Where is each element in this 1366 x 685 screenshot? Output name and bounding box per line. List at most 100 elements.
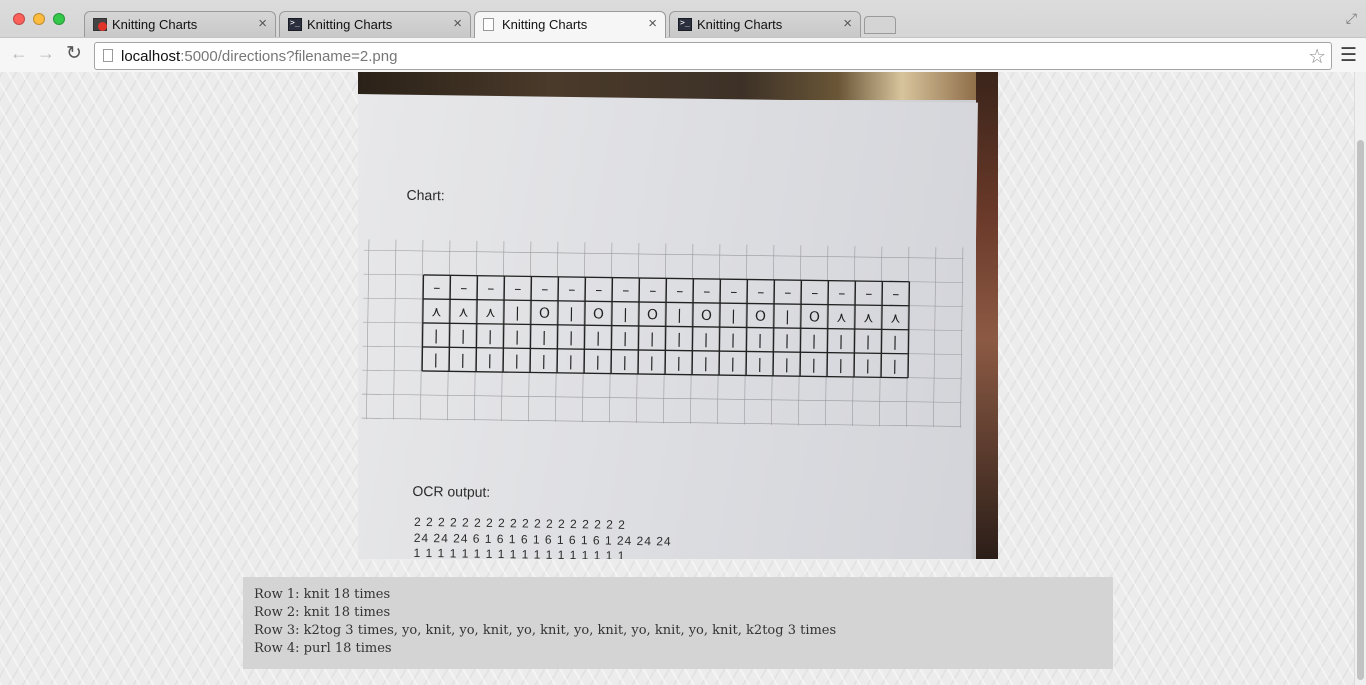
chart-stitch-symbol: | [623,307,628,323]
chart-stitch-symbol: | [677,308,682,324]
chart-stitch-symbol: | [622,355,627,371]
tab-close-icon[interactable]: × [843,15,852,32]
chart-stitch-symbol: – [730,284,737,300]
chart-stitch-symbol: | [785,309,790,325]
tab-close-icon[interactable]: × [453,15,462,32]
chart-stitch-symbol: | [623,331,628,347]
tab-title: Knitting Charts [697,17,783,32]
forward-icon[interactable]: → [37,43,55,64]
chart-stitch-symbol: O [701,308,712,324]
chart-stitch-symbol: | [784,357,789,373]
direction-row: Row 2: knit 18 times [254,605,391,620]
chart-stitch-symbol: – [649,283,656,299]
chart-stitch-symbol: | [785,333,790,349]
url-text[interactable]: localhost:5000/directions?filename=2.png [121,48,397,65]
chart-stitch-symbol: | [542,330,547,346]
chart-stitch-symbol: | [569,306,574,322]
chart-stitch-symbol: | [703,356,708,372]
chart-stitch-symbol: – [514,281,521,297]
chart-stitch-symbol: ⋏ [890,310,900,326]
minimize-window-button[interactable] [33,13,45,25]
tab-2[interactable]: Knitting Charts × [279,11,471,37]
url-path: :5000/directions?filename=2.png [180,48,398,65]
chart-stitch-symbol: ⋏ [485,305,495,321]
chart-stitch-symbol: ⋏ [458,304,468,320]
chart-stitch-symbol: | [515,305,520,321]
maximize-window-button[interactable] [53,13,65,25]
tab-4[interactable]: Knitting Charts × [669,11,861,37]
tab-close-icon[interactable]: × [648,15,657,32]
new-tab-button[interactable] [864,16,896,34]
tab-1[interactable]: Knitting Charts × [84,11,276,37]
chart-stitch-symbol: | [595,354,600,370]
paper-sheet: Chart: – – – – – – – – – – – – – – – – – – ⋏ ⋏ ⋏ | O | O | O | O | O | O… [358,94,978,559]
chart-stitch-symbol: | [893,335,898,351]
chart-stitch-symbol: – [676,283,683,299]
chart-stitch-symbol: | [568,354,573,370]
background-gridline [366,239,370,420]
chart-stitch-symbol: | [812,333,817,349]
chart-stitch-symbol: | [892,359,897,375]
chart-stitch-symbol: | [461,328,466,344]
close-window-button[interactable] [13,13,25,25]
terminal-icon [288,18,302,31]
chart-stitch-symbol: – [892,287,899,303]
chart-stitch-symbol: – [487,281,494,297]
tab-3[interactable]: Knitting Charts × [474,11,666,38]
photo-background-right [976,72,998,559]
background-gridline [933,247,937,428]
chart-label: Chart: [406,186,445,204]
scrollbar-thumb[interactable] [1357,140,1364,680]
chart-stitch-symbol: O [755,309,766,325]
chart-stitch-symbol: O [593,306,604,322]
page-icon [103,49,113,62]
chart-stitch-symbol: ⋏ [836,310,846,326]
tab-close-icon[interactable]: × [258,15,267,32]
vertical-scrollbar[interactable] [1354,72,1366,685]
chart-stitch-symbol: | [515,329,520,345]
reload-icon[interactable]: ↻ [66,42,82,65]
chart-stitch-symbol: | [569,330,574,346]
knitting-chart-grid: – – – – – – – – – – – – – – – – – – ⋏ ⋏ ⋏ | O | O | O | O | O | O ⋏ ⋏ ⋏ | | | |… [361,239,964,428]
chart-stitch-symbol: O [539,306,550,322]
address-bar[interactable]: localhost:5000/directions?filename=2.png… [94,42,1332,70]
chart-stitch-symbol: | [838,358,843,374]
chart-stitch-symbol: | [676,356,681,372]
direction-row: Row 1: knit 18 times [254,587,391,602]
chart-stitch-symbol: – [622,283,629,299]
chart-stitch-symbol: | [488,329,493,345]
tab-title: Knitting Charts [502,17,588,32]
directions-panel: Row 1: knit 18 times Row 2: knit 18 time… [243,577,1113,669]
chart-stitch-symbol: | [866,334,871,350]
chart-stitch-symbol: – [541,282,548,298]
chart-stitch-symbol: | [460,352,465,368]
chart-stitch-symbol: | [434,328,439,344]
tab-title: Knitting Charts [307,17,393,32]
chart-stitch-symbol: | [865,358,870,374]
direction-row: Row 3: k2tog 3 times, yo, knit, yo, knit… [254,623,837,638]
back-icon[interactable]: ← [10,43,28,64]
browser-chrome: Knitting Charts × Knitting Charts × Knit… [0,0,1366,72]
background-gridline [363,249,964,259]
chart-stitch-symbol: | [811,357,816,373]
record-icon [93,18,107,31]
chart-photo: Chart: – – – – – – – – – – – – – – – – – – ⋏ ⋏ ⋏ | O | O | O | O | O | O… [358,72,998,559]
direction-row: Row 4: purl 18 times [254,641,392,656]
chart-stitch-symbol: | [730,356,735,372]
menu-icon[interactable]: ☰ [1340,44,1357,67]
chart-stitch-symbol: | [649,355,654,371]
chart-stitch-symbol: | [433,352,438,368]
chart-stitch-symbol: O [809,309,820,325]
bookmark-star-icon[interactable]: ☆ [1308,44,1326,69]
chart-stitch-symbol: ⋏ [863,310,873,326]
chart-stitch-symbol: – [757,285,764,301]
fullscreen-icon[interactable]: ⤢ [1346,10,1357,27]
chart-stitch-symbol: | [541,354,546,370]
page-content: Chart: – – – – – – – – – – – – – – – – – – ⋏ ⋏ ⋏ | O | O | O | O | O | O… [0,72,1354,685]
chart-stitch-symbol: | [731,308,736,324]
chart-stitch-symbol: | [839,334,844,350]
chart-stitch-symbol: ⋏ [431,304,441,320]
ocr-label: OCR output: [412,482,491,500]
browser-toolbar: ← → ↻ localhost:5000/directions?filename… [0,37,1366,72]
background-gridline [393,239,397,420]
